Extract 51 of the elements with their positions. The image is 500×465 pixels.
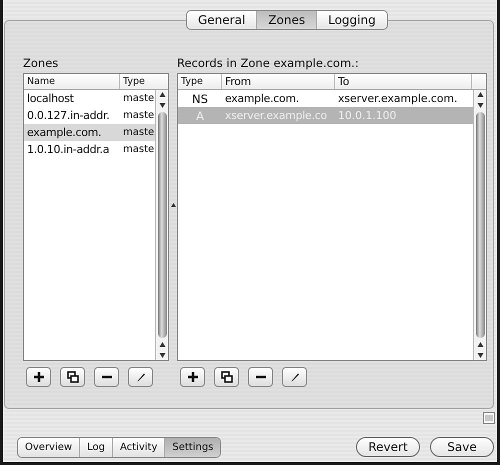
- table-cell-text: maste: [122, 144, 154, 155]
- add-button[interactable]: [26, 367, 51, 387]
- action-button[interactable]: Save: [430, 437, 494, 457]
- add-button[interactable]: [180, 367, 205, 387]
- table-cell-text: 10.0.1.100: [337, 109, 398, 122]
- remove-button[interactable]: [248, 367, 273, 387]
- table-cell-text: A: [195, 108, 205, 122]
- table-row[interactable]: NS example.com. xserver.example.com.: [178, 90, 473, 107]
- column-header[interactable]: Type: [178, 74, 222, 89]
- table-cell-text: 1.0.10.in-addr.a: [26, 143, 110, 156]
- table-row[interactable]: 1.0.10.in-addr.a maste: [24, 141, 155, 158]
- table-cell-text: xserver.example.com.: [337, 92, 458, 105]
- table-cell-text: localhost: [26, 92, 75, 105]
- action-button[interactable]: Revert: [356, 437, 420, 457]
- view-tab[interactable]: Overview: [18, 438, 80, 457]
- table-cell-text: 0.0.127.in-addr.: [26, 109, 110, 122]
- edit-button[interactable]: [282, 367, 307, 387]
- duplicate-button[interactable]: [214, 367, 239, 387]
- table-cell-text: maste: [122, 110, 154, 121]
- section-title: Records in Zone example.com.:: [177, 55, 360, 72]
- tab[interactable]: Zones: [257, 11, 318, 29]
- column-header[interactable]: Type: [120, 74, 168, 89]
- column-header[interactable]: From: [222, 74, 335, 89]
- scroll-bar[interactable]: [473, 90, 486, 360]
- pencil-icon: [290, 372, 300, 382]
- tab[interactable]: Logging: [317, 11, 387, 29]
- column-header[interactable]: Name: [24, 74, 120, 89]
- duplicate-icon: [66, 371, 78, 383]
- splitter-handle[interactable]: [170, 203, 176, 207]
- table-cell-text: maste: [122, 127, 154, 138]
- table-row[interactable]: localhost maste: [24, 90, 155, 107]
- column-header[interactable]: To: [335, 74, 472, 89]
- table-cell-text: xserver.example.co: [224, 109, 328, 122]
- table-cell-text: example.com.: [224, 92, 300, 105]
- view-tab[interactable]: Log: [80, 438, 113, 457]
- scroll-bar[interactable]: [155, 90, 168, 360]
- table-cell-text: example.com.: [26, 126, 102, 139]
- list-icon[interactable]: [483, 412, 495, 424]
- section-title: Zones: [23, 55, 60, 72]
- pencil-icon: [136, 372, 146, 382]
- plus-icon: [186, 371, 198, 383]
- table-row[interactable]: 0.0.127.in-addr. maste: [24, 107, 155, 124]
- table-cell-text: NS: [191, 92, 209, 106]
- remove-button[interactable]: [94, 367, 119, 387]
- view-tab[interactable]: Settings: [165, 438, 220, 457]
- edit-button[interactable]: [128, 367, 153, 387]
- duplicate-button[interactable]: [60, 367, 85, 387]
- duplicate-icon: [220, 371, 232, 383]
- plus-icon: [32, 371, 44, 383]
- table-cell-text: maste: [122, 93, 154, 104]
- table-row[interactable]: example.com. maste: [24, 124, 155, 141]
